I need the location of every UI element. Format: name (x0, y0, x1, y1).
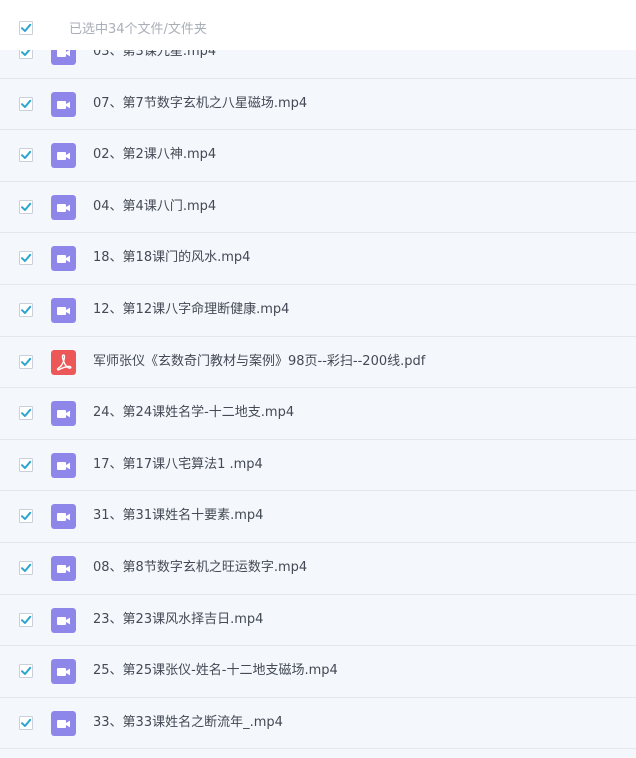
file-row[interactable]: 23、第23课风水择吉日.mp4 (0, 594, 636, 647)
selection-count-label: 已选中34个文件/文件夹 (69, 22, 207, 37)
file-row[interactable]: 18、第18课门的风水.mp4 (0, 233, 636, 285)
pdf-file-icon (51, 349, 76, 375)
file-checkbox[interactable] (19, 251, 33, 266)
video-file-icon (51, 607, 76, 633)
video-file-icon (51, 452, 76, 478)
select-all-checkbox[interactable] (19, 21, 33, 35)
file-name[interactable]: 17、第17课八宅算法1 .mp4 (93, 456, 263, 474)
file-checkbox[interactable] (19, 148, 33, 163)
file-row[interactable]: 12、第12课八字命理断健康.mp4 (0, 284, 636, 337)
file-row[interactable]: 24、第24课姓名学-十二地支.mp4 (0, 388, 636, 440)
file-name[interactable]: 07、第7节数字玄机之八星磁场.mp4 (93, 95, 307, 113)
file-row[interactable]: 军师张仪《玄数奇门教材与案例》98页--彩扫--200线.pdf (0, 336, 636, 389)
file-checkbox[interactable] (19, 406, 33, 421)
file-checkbox[interactable] (19, 96, 33, 111)
file-row[interactable]: 04、第4课八门.mp4 (0, 181, 636, 234)
video-file-icon (51, 246, 76, 272)
file-checkbox[interactable] (19, 457, 33, 472)
video-file-icon (51, 659, 76, 685)
file-checkbox[interactable] (19, 302, 33, 317)
file-list: 03、第3课九星.mp4 07、第7节数字玄机之八星磁场.mp4 02、第2课八… (0, 27, 636, 750)
file-checkbox[interactable] (19, 199, 33, 214)
file-checkbox[interactable] (19, 509, 33, 524)
file-name[interactable]: 25、第25课张仪-姓名-十二地支磁场.mp4 (93, 662, 338, 680)
file-name[interactable]: 12、第12课八字命理断健康.mp4 (93, 301, 289, 319)
selection-header: 已选中34个文件/文件夹 (0, 0, 636, 50)
file-row[interactable]: 08、第8节数字玄机之旺运数字.mp4 (0, 542, 636, 595)
file-row[interactable]: 25、第25课张仪-姓名-十二地支磁场.mp4 (0, 646, 636, 698)
video-file-icon (51, 143, 76, 169)
file-name[interactable]: 23、第23课风水择吉日.mp4 (93, 611, 263, 629)
video-file-icon (51, 555, 76, 581)
file-name[interactable]: 33、第33课姓名之断流年_.mp4 (93, 714, 283, 732)
file-name[interactable]: 04、第4课八门.mp4 (93, 198, 216, 216)
file-row[interactable]: 33、第33课姓名之断流年_.mp4 (0, 697, 636, 750)
file-list-screen: 已选中34个文件/文件夹 03、第3课九星.mp4 07、第7节数字玄机之八星磁… (0, 0, 636, 758)
video-file-icon (51, 401, 76, 427)
file-checkbox[interactable] (19, 664, 33, 679)
file-row[interactable]: 17、第17课八宅算法1 .mp4 (0, 439, 636, 492)
file-row[interactable]: 07、第7节数字玄机之八星磁场.mp4 (0, 78, 636, 131)
file-row[interactable]: 02、第2课八神.mp4 (0, 130, 636, 182)
video-file-icon (51, 297, 76, 323)
video-file-icon (51, 504, 76, 530)
file-row[interactable]: 31、第31课姓名十要素.mp4 (0, 491, 636, 543)
file-name[interactable]: 02、第2课八神.mp4 (93, 146, 216, 164)
file-name[interactable]: 18、第18课门的风水.mp4 (93, 249, 250, 267)
file-checkbox[interactable] (19, 354, 33, 369)
file-name[interactable]: 24、第24课姓名学-十二地支.mp4 (93, 404, 294, 422)
file-name[interactable]: 08、第8节数字玄机之旺运数字.mp4 (93, 559, 307, 577)
file-name[interactable]: 军师张仪《玄数奇门教材与案例》98页--彩扫--200线.pdf (93, 353, 425, 371)
video-file-icon (51, 91, 76, 117)
file-checkbox[interactable] (19, 715, 33, 730)
video-file-icon (51, 710, 76, 736)
file-name[interactable]: 31、第31课姓名十要素.mp4 (93, 507, 263, 525)
file-checkbox[interactable] (19, 560, 33, 575)
file-checkbox[interactable] (19, 612, 33, 627)
video-file-icon (51, 194, 76, 220)
